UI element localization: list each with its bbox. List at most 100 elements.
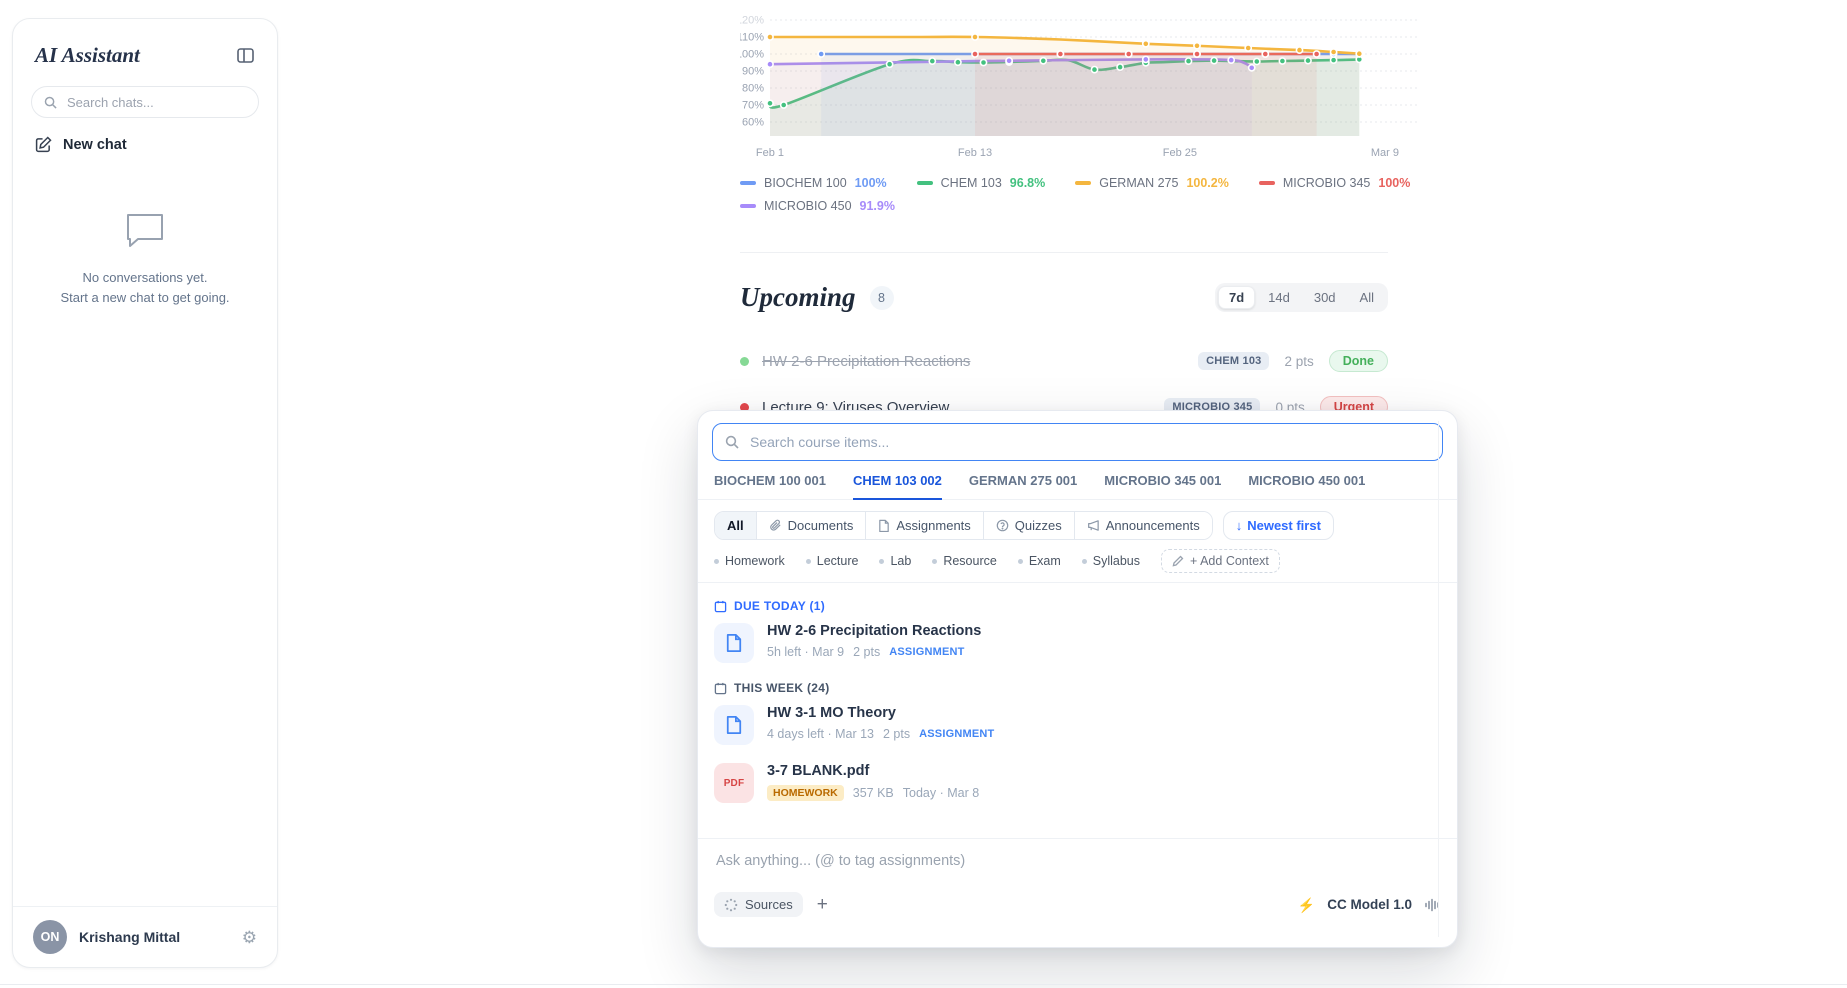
chat-sidebar: AI Assistant New chat — [12, 18, 278, 968]
app-title: AI Assistant — [35, 43, 140, 68]
svg-text:Feb 1: Feb 1 — [756, 147, 784, 159]
tag-label: Homework — [725, 554, 785, 568]
results-list: DUE TODAY (1) HW 2-6 Precipitation React… — [698, 583, 1457, 838]
course-tabs: BIOCHEM 100 001 CHEM 103 002 GERMAN 275 … — [698, 473, 1457, 500]
filter-all[interactable]: All — [715, 512, 756, 539]
result-item[interactable]: PDF 3-7 BLANK.pdf HOMEWORK 357 KB Today … — [714, 763, 1441, 803]
tag-label: Resource — [943, 554, 997, 568]
filter-group: All Documents Assignments — [714, 511, 1213, 540]
legend-row: MICROBIO 450 91.9% — [740, 199, 1430, 213]
svg-text:110%: 110% — [740, 32, 764, 44]
upcoming-header: Upcoming 8 7d 14d 30d All — [740, 282, 1388, 313]
add-context-button[interactable]: + Add Context — [1161, 549, 1280, 573]
tag-dot-icon — [1018, 559, 1023, 564]
legend-label: BIOCHEM 100 — [764, 176, 847, 190]
sort-button[interactable]: ↓ Newest first — [1223, 511, 1334, 540]
type-label: ASSIGNMENT — [919, 728, 994, 740]
megaphone-icon — [1087, 519, 1100, 532]
status-badge: Done — [1329, 350, 1388, 372]
avatar: ON — [33, 920, 67, 954]
tag-lecture[interactable]: Lecture — [806, 554, 859, 568]
sidebar-toggle-icon[interactable] — [236, 46, 255, 65]
legend-label: MICROBIO 345 — [1283, 176, 1371, 190]
tag-lab[interactable]: Lab — [879, 554, 911, 568]
help-circle-icon — [996, 519, 1009, 532]
item-meta: HOMEWORK 357 KB Today · Mar 8 — [767, 785, 979, 801]
empty-conversations: No conversations yet. Start a new chat t… — [13, 211, 277, 308]
points-label: 2 pts — [853, 645, 880, 659]
section-due-today: DUE TODAY (1) — [714, 599, 1441, 613]
tag-resource[interactable]: Resource — [932, 554, 997, 568]
section-title: THIS WEEK (24) — [734, 681, 830, 695]
plus-button[interactable]: + — [817, 895, 828, 914]
composer — [698, 839, 1457, 870]
range-7d[interactable]: 7d — [1218, 286, 1255, 309]
new-chat-button[interactable]: New chat — [35, 136, 255, 153]
ask-input[interactable] — [714, 852, 1445, 870]
sources-dots-icon — [724, 898, 738, 912]
search-icon — [725, 435, 739, 449]
chat-search — [31, 86, 259, 118]
tag-dot-icon — [879, 559, 884, 564]
due-meta: 4 days left · Mar 13 — [767, 727, 874, 741]
result-item[interactable]: HW 2-6 Precipitation Reactions 5h left ·… — [714, 623, 1441, 663]
filter-label: Assignments — [896, 518, 970, 533]
tag-homework[interactable]: Homework — [714, 554, 785, 568]
svg-text:60%: 60% — [742, 117, 764, 129]
legend-label: GERMAN 275 — [1099, 176, 1178, 190]
tab-microbio-450[interactable]: MICROBIO 450 001 — [1248, 473, 1365, 499]
course-search-modal: BIOCHEM 100 001 CHEM 103 002 GERMAN 275 … — [697, 410, 1458, 948]
filter-label: All — [727, 518, 744, 533]
filter-announcements[interactable]: Announcements — [1074, 512, 1212, 539]
svg-text:90%: 90% — [742, 66, 764, 78]
legend-item: MICROBIO 450 91.9% — [740, 199, 895, 213]
filter-assignments[interactable]: Assignments — [865, 512, 982, 539]
due-meta: 5h left · Mar 9 — [767, 645, 844, 659]
legend-item: BIOCHEM 100 100% — [740, 176, 887, 190]
model-label[interactable]: CC Model 1.0 — [1327, 897, 1412, 912]
result-item[interactable]: HW 3-1 MO Theory 4 days left · Mar 13 2 … — [714, 705, 1441, 745]
range-all[interactable]: All — [1349, 286, 1385, 309]
upcoming-row[interactable]: HW 2-6 Precipitation Reactions CHEM 103 … — [740, 338, 1388, 384]
section-divider — [740, 252, 1388, 253]
file-size: 357 KB — [853, 786, 894, 800]
svg-text:Mar 9: Mar 9 — [1371, 147, 1399, 159]
page-bottom-border — [0, 984, 1847, 985]
upcoming-count-badge: 8 — [870, 286, 894, 310]
tag-label: Lecture — [817, 554, 859, 568]
tag-exam[interactable]: Exam — [1018, 554, 1061, 568]
tab-german-275[interactable]: GERMAN 275 001 — [969, 473, 1077, 499]
range-selector: 7d 14d 30d All — [1215, 283, 1388, 312]
legend-swatch — [740, 204, 756, 208]
tab-biochem-100[interactable]: BIOCHEM 100 001 — [714, 473, 826, 499]
chart-legend: BIOCHEM 100 100% CHEM 103 96.8% GERMAN 2… — [740, 176, 1430, 213]
type-label: ASSIGNMENT — [889, 646, 964, 658]
chat-search-input[interactable] — [65, 94, 246, 111]
range-14d[interactable]: 14d — [1257, 286, 1301, 309]
legend-swatch — [1075, 181, 1091, 185]
sources-button[interactable]: Sources — [714, 892, 803, 917]
user-row[interactable]: ON Krishang Mittal ⚙ — [13, 906, 277, 967]
item-meta: 5h left · Mar 9 2 pts ASSIGNMENT — [767, 645, 981, 659]
course-search-input[interactable] — [748, 433, 1430, 451]
filter-quizzes[interactable]: Quizzes — [983, 512, 1074, 539]
filter-row: All Documents Assignments — [714, 511, 1441, 540]
item-body: 3-7 BLANK.pdf HOMEWORK 357 KB Today · Ma… — [767, 763, 979, 803]
pencil-icon — [1172, 555, 1184, 567]
tag-dot-icon — [714, 559, 719, 564]
empty-line1: No conversations yet. — [13, 268, 277, 288]
filter-documents[interactable]: Documents — [756, 512, 866, 539]
section-title: DUE TODAY (1) — [734, 599, 825, 613]
legend-item: GERMAN 275 100.2% — [1075, 176, 1229, 190]
tab-chem-103[interactable]: CHEM 103 002 — [853, 473, 942, 500]
legend-label: CHEM 103 — [941, 176, 1002, 190]
range-30d[interactable]: 30d — [1303, 286, 1347, 309]
homework-badge: HOMEWORK — [767, 785, 844, 801]
arrow-down-icon: ↓ — [1236, 518, 1243, 533]
calendar-icon — [714, 600, 727, 613]
settings-gear-icon[interactable]: ⚙ — [242, 929, 257, 946]
svg-text:Feb 13: Feb 13 — [958, 147, 992, 159]
tag-syllabus[interactable]: Syllabus — [1082, 554, 1140, 568]
modal-scrollbar[interactable] — [1438, 421, 1439, 937]
tab-microbio-345[interactable]: MICROBIO 345 001 — [1104, 473, 1221, 499]
